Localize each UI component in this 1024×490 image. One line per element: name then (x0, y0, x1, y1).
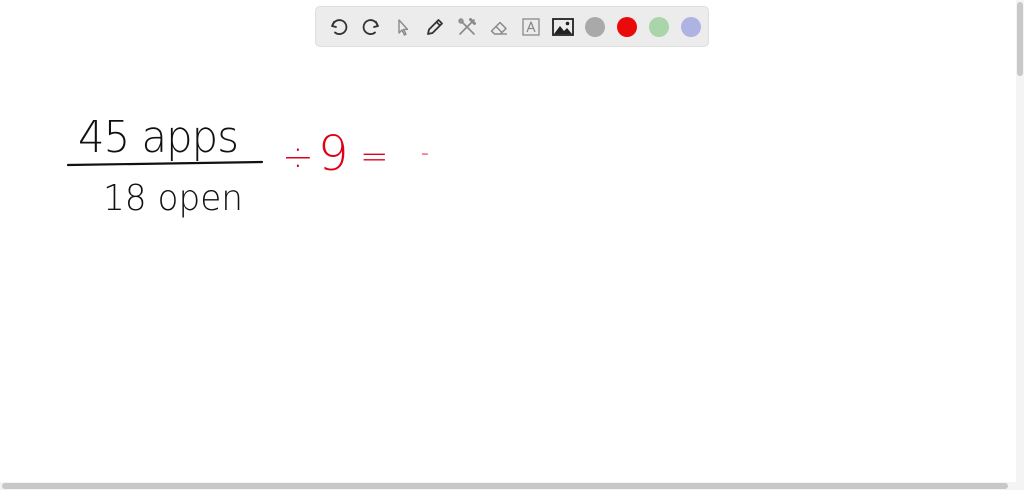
vertical-scrollbar[interactable] (1016, 0, 1024, 490)
fraction-denominator: 18 open (103, 178, 243, 219)
text-tool-button[interactable] (515, 11, 547, 43)
text-icon (522, 17, 540, 36)
color-red-swatch (617, 16, 637, 37)
undo-icon (331, 18, 348, 35)
select-tool-button[interactable] (387, 11, 419, 43)
equals-sign: = (360, 137, 389, 177)
horizontal-scroll-thumb[interactable] (2, 483, 1008, 489)
color-green-swatch (649, 16, 669, 37)
fraction-numerator: 45 apps (78, 112, 238, 163)
vertical-scroll-thumb[interactable] (1017, 2, 1023, 76)
redo-icon (362, 18, 379, 35)
color-blue-swatch (681, 16, 701, 37)
color-green-button[interactable] (643, 11, 675, 43)
eraser-icon (490, 21, 507, 35)
eraser-button[interactable] (483, 11, 515, 43)
color-gray-button[interactable] (579, 11, 611, 43)
tools-button[interactable] (451, 11, 483, 43)
cursor-icon (398, 18, 409, 36)
drawing-canvas[interactable]: 45 apps 18 open ÷ 9 = - (0, 56, 1016, 480)
pencil-icon (427, 18, 443, 35)
image-icon (552, 17, 574, 36)
undo-button[interactable] (323, 11, 355, 43)
image-button[interactable] (547, 11, 579, 43)
color-blue-button[interactable] (675, 11, 707, 43)
drawing-toolbar (315, 6, 709, 47)
horizontal-scrollbar[interactable] (0, 482, 1024, 490)
divide-sign: ÷ (282, 135, 314, 179)
redo-button[interactable] (355, 11, 387, 43)
color-red-button[interactable] (611, 11, 643, 43)
divisor-digit: 9 (318, 126, 349, 182)
tools-icon (458, 17, 476, 35)
pen-tool-button[interactable] (419, 11, 451, 43)
trailing-mark: - (421, 141, 429, 166)
color-gray-swatch (585, 16, 605, 37)
